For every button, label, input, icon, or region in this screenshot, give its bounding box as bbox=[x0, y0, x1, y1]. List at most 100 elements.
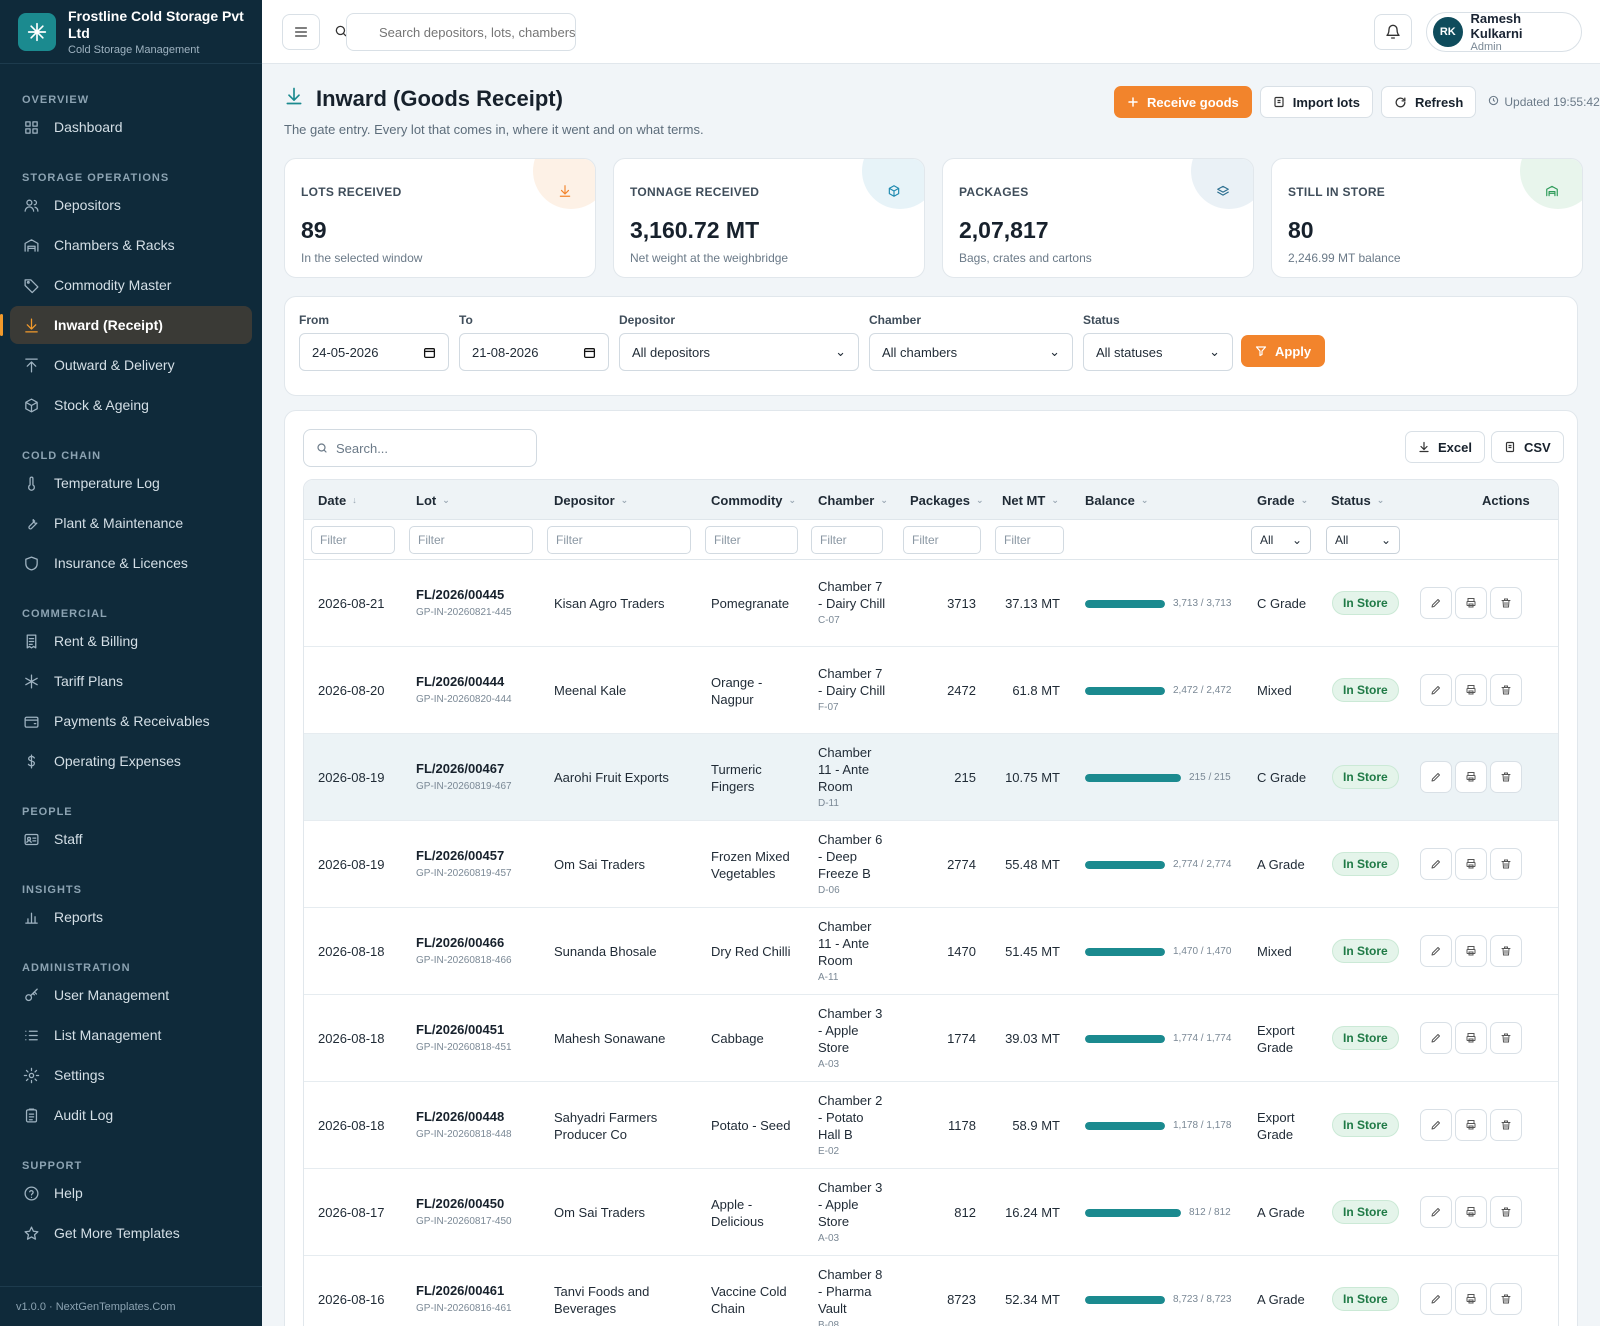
sidebar-item-chambers-racks[interactable]: Chambers & Racks bbox=[10, 226, 252, 264]
edit-button[interactable] bbox=[1420, 935, 1452, 967]
sidebar-item-list-management[interactable]: List Management bbox=[10, 1016, 252, 1054]
lot-number[interactable]: FL/2026/00457 bbox=[416, 847, 546, 864]
sidebar-item-staff[interactable]: Staff bbox=[10, 820, 252, 858]
export-csv-button[interactable]: CSV bbox=[1491, 431, 1564, 463]
column-filter-input[interactable]: Filter bbox=[811, 526, 883, 554]
column-filter-input[interactable]: Filter bbox=[705, 526, 798, 554]
apply-filters-button[interactable]: Apply bbox=[1241, 335, 1326, 367]
sidebar-item-operating-expenses[interactable]: Operating Expenses bbox=[10, 742, 252, 780]
column-header-depositor[interactable]: Depositor ⌄ bbox=[554, 480, 628, 520]
edit-button[interactable] bbox=[1420, 848, 1452, 880]
table-row[interactable]: 2026-08-19 FL/2026/00457 GP-IN-20260819-45… bbox=[304, 821, 1558, 908]
receive-goods-button[interactable]: Receive goods bbox=[1114, 86, 1252, 118]
column-header-balance[interactable]: Balance ⌄ bbox=[1085, 480, 1148, 520]
delete-button[interactable] bbox=[1490, 848, 1522, 880]
delete-button[interactable] bbox=[1490, 1022, 1522, 1054]
sidebar-item-commodity-master[interactable]: Commodity Master bbox=[10, 266, 252, 304]
lot-number[interactable]: FL/2026/00445 bbox=[416, 586, 546, 603]
column-header-net[interactable]: Net MT ⌄ bbox=[1002, 480, 1059, 520]
menu-toggle-button[interactable] bbox=[282, 14, 320, 50]
column-header-date[interactable]: Date ↓ bbox=[318, 480, 357, 520]
column-filter-input[interactable]: Filter bbox=[995, 526, 1064, 554]
print-button[interactable] bbox=[1455, 935, 1487, 967]
column-header-commodity[interactable]: Commodity ⌄ bbox=[711, 480, 796, 520]
column-header-status[interactable]: Status ⌄ bbox=[1331, 480, 1384, 520]
column-header-packages[interactable]: Packages ⌄ bbox=[910, 480, 984, 520]
sidebar-item-outward-delivery[interactable]: Outward & Delivery bbox=[10, 346, 252, 384]
global-search-input[interactable] bbox=[346, 13, 576, 51]
sidebar-item-depositors[interactable]: Depositors bbox=[10, 186, 252, 224]
edit-button[interactable] bbox=[1420, 1022, 1452, 1054]
delete-button[interactable] bbox=[1490, 1109, 1522, 1141]
column-filter-input[interactable]: Filter bbox=[409, 526, 533, 554]
notifications-button[interactable] bbox=[1374, 14, 1412, 50]
lot-number[interactable]: FL/2026/00461 bbox=[416, 1282, 546, 1299]
delete-button[interactable] bbox=[1490, 935, 1522, 967]
sidebar-item-stock-ageing[interactable]: Stock & Ageing bbox=[10, 386, 252, 424]
sidebar-item-dashboard[interactable]: Dashboard bbox=[10, 108, 252, 146]
edit-button[interactable] bbox=[1420, 1196, 1452, 1228]
print-button[interactable] bbox=[1455, 1109, 1487, 1141]
lot-number[interactable]: FL/2026/00448 bbox=[416, 1108, 546, 1125]
sidebar-item-reports[interactable]: Reports bbox=[10, 898, 252, 936]
column-header-lot[interactable]: Lot ⌄ bbox=[416, 480, 450, 520]
sidebar-item-get-more-templates[interactable]: Get More Templates bbox=[10, 1214, 252, 1252]
export-excel-button[interactable]: Excel bbox=[1405, 431, 1485, 463]
table-row[interactable]: 2026-08-18 FL/2026/00448 GP-IN-20260818-44… bbox=[304, 1082, 1558, 1169]
delete-button[interactable] bbox=[1490, 587, 1522, 619]
print-button[interactable] bbox=[1455, 1196, 1487, 1228]
sidebar-item-audit-log[interactable]: Audit Log bbox=[10, 1096, 252, 1134]
grade-filter-select[interactable]: All ⌄ bbox=[1251, 526, 1311, 554]
lot-number[interactable]: FL/2026/00451 bbox=[416, 1021, 546, 1038]
status-select[interactable]: All statuses ⌄ bbox=[1083, 333, 1233, 371]
column-header-chamber[interactable]: Chamber ⌄ bbox=[818, 480, 888, 520]
status-filter-select[interactable]: All ⌄ bbox=[1326, 526, 1400, 554]
delete-button[interactable] bbox=[1490, 1196, 1522, 1228]
delete-button[interactable] bbox=[1490, 761, 1522, 793]
sidebar-item-temperature-log[interactable]: Temperature Log bbox=[10, 464, 252, 502]
edit-button[interactable] bbox=[1420, 1109, 1452, 1141]
delete-button[interactable] bbox=[1490, 1283, 1522, 1315]
edit-button[interactable] bbox=[1420, 587, 1452, 619]
sidebar-item-help[interactable]: Help bbox=[10, 1174, 252, 1212]
table-row[interactable]: 2026-08-21 FL/2026/00445 GP-IN-20260821-44… bbox=[304, 560, 1558, 647]
chamber-select[interactable]: All chambers ⌄ bbox=[869, 333, 1073, 371]
edit-button[interactable] bbox=[1420, 761, 1452, 793]
table-row[interactable]: 2026-08-17 FL/2026/00450 GP-IN-20260817-45… bbox=[304, 1169, 1558, 1256]
table-row[interactable]: 2026-08-18 FL/2026/00466 GP-IN-20260818-46… bbox=[304, 908, 1558, 995]
lot-number[interactable]: FL/2026/00444 bbox=[416, 673, 546, 690]
table-search-input[interactable]: Search... bbox=[303, 429, 537, 467]
column-filter-input[interactable]: Filter bbox=[311, 526, 395, 554]
sidebar-item-tariff-plans[interactable]: Tariff Plans bbox=[10, 662, 252, 700]
print-button[interactable] bbox=[1455, 1022, 1487, 1054]
sidebar-item-rent-billing[interactable]: Rent & Billing bbox=[10, 622, 252, 660]
table-row[interactable]: 2026-08-18 FL/2026/00451 GP-IN-20260818-45… bbox=[304, 995, 1558, 1082]
user-menu[interactable]: RK Ramesh Kulkarni Admin bbox=[1426, 11, 1582, 53]
column-filter-input[interactable]: Filter bbox=[903, 526, 981, 554]
column-filter-input[interactable]: Filter bbox=[547, 526, 691, 554]
depositor-select[interactable]: All depositors ⌄ bbox=[619, 333, 859, 371]
column-header-grade[interactable]: Grade ⌄ bbox=[1257, 480, 1308, 520]
table-row[interactable]: 2026-08-20 FL/2026/00444 GP-IN-20260820-44… bbox=[304, 647, 1558, 734]
refresh-button[interactable]: Refresh bbox=[1380, 86, 1477, 118]
sidebar-item-payments-receivables[interactable]: Payments & Receivables bbox=[10, 702, 252, 740]
print-button[interactable] bbox=[1455, 848, 1487, 880]
sidebar-item-user-management[interactable]: User Management bbox=[10, 976, 252, 1014]
print-button[interactable] bbox=[1455, 587, 1487, 619]
lot-number[interactable]: FL/2026/00450 bbox=[416, 1195, 546, 1212]
print-button[interactable] bbox=[1455, 761, 1487, 793]
edit-button[interactable] bbox=[1420, 674, 1452, 706]
print-button[interactable] bbox=[1455, 1283, 1487, 1315]
from-date-input[interactable]: 24-05-2026 bbox=[299, 333, 449, 371]
to-date-input[interactable]: 21-08-2026 bbox=[459, 333, 609, 371]
table-row[interactable]: 2026-08-16 FL/2026/00461 GP-IN-20260816-46… bbox=[304, 1256, 1558, 1326]
delete-button[interactable] bbox=[1490, 674, 1522, 706]
sidebar-item-plant-maintenance[interactable]: Plant & Maintenance bbox=[10, 504, 252, 542]
print-button[interactable] bbox=[1455, 674, 1487, 706]
table-row[interactable]: 2026-08-19 FL/2026/00467 GP-IN-20260819-46… bbox=[304, 734, 1558, 821]
sidebar-item-settings[interactable]: Settings bbox=[10, 1056, 252, 1094]
sidebar-item-insurance-licences[interactable]: Insurance & Licences bbox=[10, 544, 252, 582]
column-header-actions[interactable]: Actions bbox=[1482, 480, 1530, 520]
import-lots-button[interactable]: Import lots bbox=[1259, 86, 1373, 118]
sidebar-item-inward-receipt[interactable]: Inward (Receipt) bbox=[0, 306, 252, 344]
